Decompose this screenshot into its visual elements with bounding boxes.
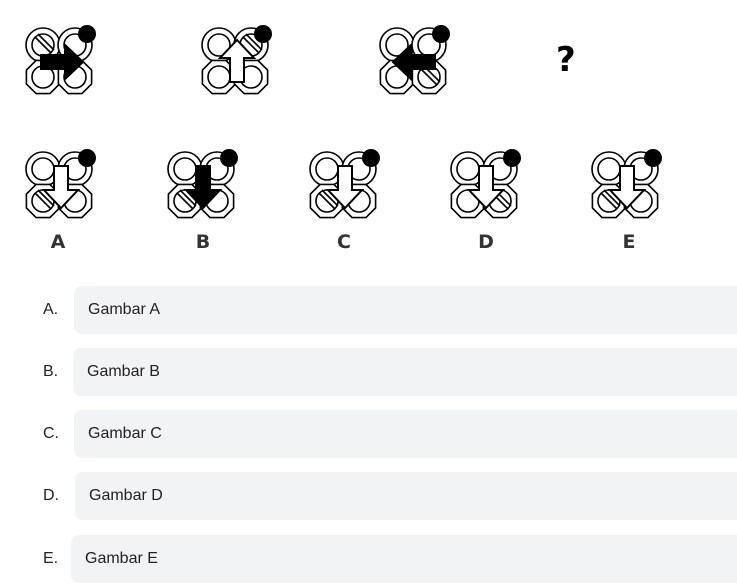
option-label-c: C [337, 231, 351, 253]
black-dot [78, 149, 96, 167]
option-figure-d [447, 148, 525, 226]
answer-choice-a[interactable]: A. Gambar A [0, 286, 737, 334]
black-dot [432, 25, 450, 43]
answer-letter: E. [43, 550, 59, 567]
question-figure-1 [22, 24, 100, 102]
answer-letter: C. [43, 425, 59, 442]
answer-letter: B. [43, 363, 59, 380]
option-figure-a [22, 148, 100, 226]
answer-text: Gambar E [85, 550, 158, 567]
answer-text: Gambar C [88, 425, 162, 442]
inner-circle [456, 157, 480, 181]
figure-svg [201, 25, 272, 95]
option-label-d: D [478, 231, 494, 253]
figure-svg [25, 25, 96, 95]
answer-text-box[interactable]: Gambar C [74, 410, 737, 458]
answer-text-box[interactable]: Gambar E [71, 535, 737, 583]
answer-text: Gambar A [88, 301, 161, 318]
black-dot [644, 149, 662, 167]
answer-letter: A. [43, 301, 59, 318]
answer-text-box[interactable]: Gambar D [75, 472, 737, 520]
figure-svg [591, 149, 662, 219]
answer-text-box[interactable]: Gambar B [73, 348, 737, 396]
answer-text: Gambar D [89, 487, 163, 504]
answer-choice-c[interactable]: C. Gambar C [0, 410, 737, 458]
inner-circle [207, 65, 231, 89]
black-dot [503, 149, 521, 167]
inner-circle [31, 157, 55, 181]
option-label-e: E [622, 231, 636, 253]
answer-choice-b[interactable]: B. Gambar B [0, 348, 737, 396]
figure-svg [25, 149, 96, 219]
black-dot [220, 149, 238, 167]
answer-text: Gambar B [87, 363, 160, 380]
figure-svg [167, 149, 238, 219]
option-figure-b [164, 148, 242, 226]
answer-letter: D. [43, 487, 59, 504]
answer-text-box[interactable]: Gambar A [74, 286, 737, 334]
inner-circle [597, 157, 621, 181]
black-dot [78, 25, 96, 43]
answer-choice-d[interactable]: D. Gambar D [0, 472, 737, 520]
question-figure-2 [198, 24, 276, 102]
option-label-b: B [195, 231, 211, 253]
inner-circle [315, 157, 339, 181]
option-label-a: A [50, 231, 66, 253]
black-dot [254, 25, 272, 43]
figure-svg [379, 25, 450, 95]
answer-choice-e[interactable]: E. Gambar E [0, 535, 737, 583]
black-dot [362, 149, 380, 167]
figure-svg [309, 149, 380, 219]
option-figure-c [306, 148, 384, 226]
figure-svg [450, 149, 521, 219]
question-figure-3 [376, 24, 454, 102]
missing-figure-mark: ? [556, 40, 576, 80]
option-figure-e [588, 148, 666, 226]
inner-circle [173, 157, 197, 181]
